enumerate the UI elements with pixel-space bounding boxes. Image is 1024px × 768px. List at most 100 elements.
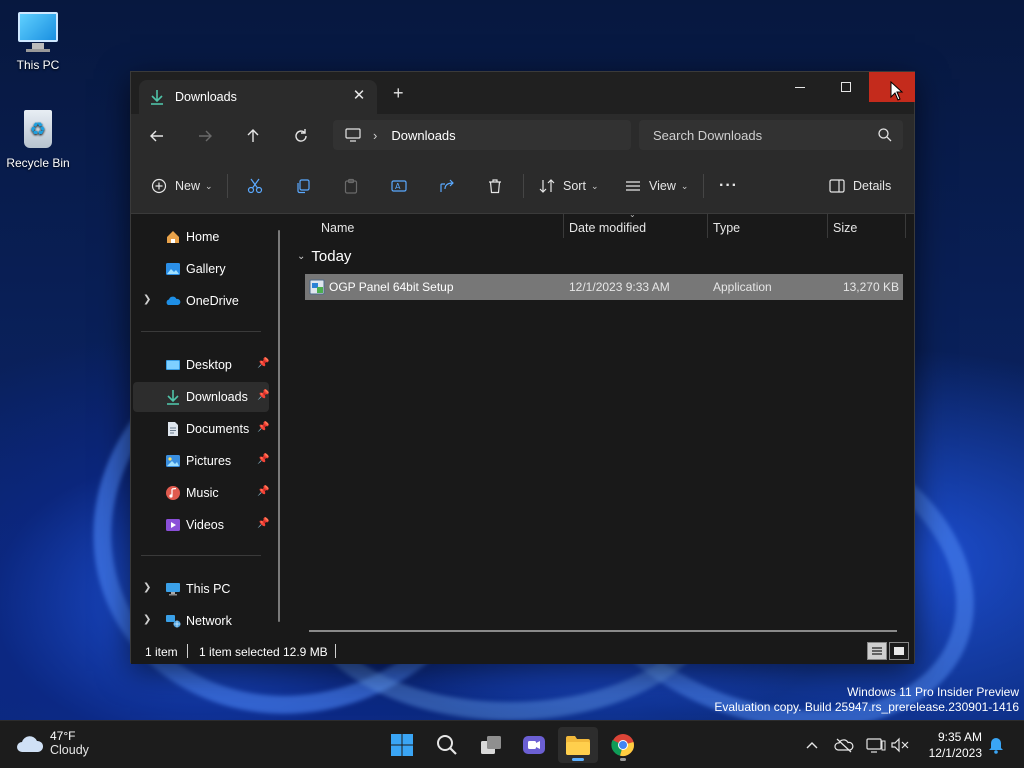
paste-button[interactable] bbox=[343, 172, 359, 200]
onedrive-tray-button[interactable] bbox=[834, 735, 854, 755]
volume-tray-button[interactable] bbox=[890, 735, 910, 755]
desktop-folder-icon bbox=[166, 360, 180, 370]
sidebar-item-gallery[interactable]: Gallery bbox=[133, 254, 269, 284]
tiles-view-toggle[interactable] bbox=[889, 642, 909, 660]
sidebar-item-home[interactable]: Home bbox=[133, 222, 269, 252]
chevron-right-icon[interactable]: ❯ bbox=[143, 614, 151, 625]
address-location: Downloads bbox=[391, 127, 456, 143]
file-explorer-taskbar-button[interactable] bbox=[558, 727, 598, 763]
column-header-size[interactable]: Size bbox=[833, 214, 857, 242]
file-explorer-window: Downloads ✕ + › Downloads Search Downloa… bbox=[130, 71, 915, 664]
close-button[interactable] bbox=[869, 72, 915, 102]
rename-icon: A bbox=[391, 180, 407, 192]
sidebar-item-desktop[interactable]: Desktop 📌 bbox=[133, 350, 269, 380]
minimize-button[interactable] bbox=[777, 72, 823, 102]
tab-downloads[interactable]: Downloads ✕ bbox=[139, 80, 377, 114]
watermark-line: Evaluation copy. Build 25947.rs_prerelea… bbox=[714, 700, 1019, 714]
sidebar-scrollbar[interactable] bbox=[278, 230, 280, 622]
chevron-right-icon[interactable]: ❯ bbox=[143, 294, 151, 305]
cut-button[interactable] bbox=[247, 172, 263, 200]
teams-button[interactable] bbox=[514, 727, 554, 763]
file-name: OGP Panel 64bit Setup bbox=[329, 280, 454, 294]
chevron-down-icon: ⌄ bbox=[297, 251, 306, 262]
sidebar-item-label: This PC bbox=[186, 582, 231, 596]
desktop-icon-recycle-bin[interactable]: ♻ Recycle Bin bbox=[0, 108, 76, 170]
sort-button[interactable]: Sort ⌄ bbox=[539, 172, 598, 200]
this-pc-icon bbox=[16, 10, 60, 54]
sidebar-item-network[interactable]: ❯ Network bbox=[133, 606, 269, 636]
notifications-button[interactable] bbox=[986, 735, 1006, 755]
sidebar-item-documents[interactable]: Documents 📌 bbox=[133, 414, 269, 444]
sidebar-item-pictures[interactable]: Pictures 📌 bbox=[133, 446, 269, 476]
running-app-indicator bbox=[620, 758, 626, 761]
rename-button[interactable]: A bbox=[391, 172, 407, 200]
pin-icon: 📌 bbox=[257, 518, 270, 529]
chevron-up-icon bbox=[806, 742, 818, 749]
start-button[interactable] bbox=[382, 727, 422, 763]
sidebar-item-videos[interactable]: Videos 📌 bbox=[133, 510, 269, 540]
horizontal-scrollbar[interactable] bbox=[309, 630, 897, 632]
pin-icon: 📌 bbox=[257, 390, 270, 401]
close-tab-icon[interactable]: ✕ bbox=[351, 88, 367, 104]
pin-icon: 📌 bbox=[257, 454, 270, 465]
new-button[interactable]: New ⌄ bbox=[151, 172, 213, 200]
sidebar-divider bbox=[141, 555, 261, 556]
navigation-bar: › Downloads bbox=[131, 114, 914, 158]
recycle-bin-icon: ♻ bbox=[16, 108, 60, 152]
up-button[interactable] bbox=[237, 122, 269, 150]
sidebar-item-downloads[interactable]: Downloads 📌 bbox=[133, 382, 269, 412]
application-icon bbox=[309, 279, 325, 295]
search-taskbar-button[interactable] bbox=[427, 727, 467, 763]
more-options-button[interactable]: ··· bbox=[719, 172, 738, 200]
command-bar: New ⌄ A Sort ⌄ View ⌄ ··· Details bbox=[131, 158, 914, 214]
sidebar-item-music[interactable]: Music 📌 bbox=[133, 478, 269, 508]
task-view-button[interactable] bbox=[471, 727, 511, 763]
taskbar-clock[interactable]: 9:35 AM 12/1/2023 bbox=[920, 729, 982, 761]
sidebar-item-label: Home bbox=[186, 230, 220, 244]
share-button[interactable] bbox=[439, 172, 455, 200]
delete-button[interactable] bbox=[487, 172, 503, 200]
onedrive-icon bbox=[166, 296, 181, 305]
details-pane-button[interactable]: Details bbox=[829, 172, 891, 200]
desktop-icon-this-pc[interactable]: This PC bbox=[0, 10, 76, 72]
search-input[interactable] bbox=[639, 120, 903, 150]
sidebar-item-onedrive[interactable]: ❯ OneDrive bbox=[133, 286, 269, 316]
show-hidden-icons-button[interactable] bbox=[802, 735, 822, 755]
ellipsis-icon: ··· bbox=[719, 177, 738, 194]
copy-button[interactable] bbox=[295, 172, 311, 200]
weather-condition: Cloudy bbox=[50, 743, 89, 757]
address-bar[interactable]: › Downloads bbox=[333, 120, 631, 150]
navigation-pane: Home Gallery ❯ OneDrive Desktop 📌 Downlo… bbox=[131, 214, 289, 638]
search-icon[interactable] bbox=[877, 127, 893, 143]
svg-text:A: A bbox=[395, 182, 401, 191]
sidebar-item-this-pc[interactable]: ❯ This PC bbox=[133, 574, 269, 604]
column-header-label: Type bbox=[713, 221, 741, 235]
scissors-icon bbox=[247, 178, 263, 194]
sidebar-item-label: Pictures bbox=[186, 454, 232, 468]
details-view-toggle[interactable] bbox=[867, 642, 887, 660]
column-header-name[interactable]: Name bbox=[321, 214, 354, 242]
sidebar-divider bbox=[141, 331, 261, 332]
back-button[interactable] bbox=[141, 122, 173, 150]
sidebar-item-label: Documents bbox=[186, 422, 250, 436]
weather-widget[interactable]: 47°F Cloudy bbox=[16, 729, 89, 757]
this-pc-icon bbox=[166, 583, 180, 596]
file-row[interactable]: OGP Panel 64bit Setup 12/1/2023 9:33 AM … bbox=[305, 274, 903, 300]
pin-icon: 📌 bbox=[257, 422, 270, 433]
network-tray-button[interactable] bbox=[866, 735, 886, 755]
documents-folder-icon bbox=[168, 422, 178, 436]
network-icon bbox=[166, 615, 181, 628]
column-header-type[interactable]: Type bbox=[713, 214, 740, 242]
refresh-button[interactable] bbox=[285, 122, 317, 150]
view-button[interactable]: View ⌄ bbox=[625, 172, 688, 200]
maximize-button[interactable] bbox=[823, 72, 869, 102]
taskbar: 47°F Cloudy 9:35 AM 12/1/2023 bbox=[0, 720, 1024, 768]
chrome-button[interactable] bbox=[603, 727, 643, 763]
mouse-cursor-icon bbox=[890, 81, 904, 101]
group-header-today[interactable]: ⌄ Today bbox=[297, 248, 351, 265]
videos-folder-icon bbox=[166, 519, 180, 531]
new-tab-button[interactable]: + bbox=[393, 84, 409, 102]
chevron-right-icon[interactable]: ❯ bbox=[143, 582, 151, 593]
forward-button[interactable] bbox=[189, 122, 221, 150]
sidebar-item-label: Gallery bbox=[186, 262, 226, 276]
